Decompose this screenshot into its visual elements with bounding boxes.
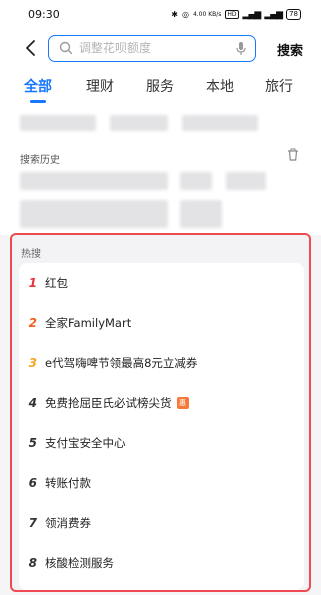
microphone-icon[interactable]	[235, 41, 247, 56]
hot-rank: 7	[28, 516, 37, 530]
hot-search-item[interactable]: 3 e代驾嗨啤节领最高8元立减券	[19, 343, 304, 383]
bluetooth-icon: ✱	[171, 10, 178, 19]
hot-search-panel: 热搜 1 红包 2 全家FamilyMart 3 e代驾嗨啤节领最高8元立减券 …	[10, 233, 311, 592]
hot-search-item[interactable]: 4 免费抢屈臣氏必试榜尖货 惠	[19, 383, 304, 423]
hot-search-list: 1 红包 2 全家FamilyMart 3 e代驾嗨啤节领最高8元立减券 4 免…	[19, 263, 304, 590]
hot-search-item[interactable]: 6 转账付款	[19, 463, 304, 503]
tab-all[interactable]: 全部	[24, 76, 52, 96]
hot-label: e代驾嗨啤节领最高8元立减券	[45, 356, 198, 370]
blurred-history-item[interactable]	[226, 172, 266, 190]
trash-icon[interactable]	[287, 148, 299, 161]
tab-services[interactable]: 服务	[146, 76, 174, 96]
hot-label: 支付宝安全中心	[45, 436, 126, 450]
discount-badge: 惠	[176, 397, 189, 409]
blurred-suggestion[interactable]	[110, 115, 168, 131]
blurred-history-item[interactable]	[180, 172, 212, 190]
active-tab-indicator	[30, 100, 46, 103]
status-time: 09:30	[28, 8, 60, 21]
tab-finance[interactable]: 理财	[86, 76, 114, 96]
hot-search-item[interactable]: 7 领消费券	[19, 503, 304, 543]
hot-rank: 4	[28, 396, 37, 410]
blurred-suggestion[interactable]	[182, 115, 258, 131]
tab-local[interactable]: 本地	[206, 76, 234, 96]
hot-label: 全家FamilyMart	[45, 316, 132, 330]
hot-search-title: 热搜	[21, 249, 41, 260]
blurred-history-item[interactable]	[20, 200, 168, 228]
search-input[interactable]	[79, 39, 229, 57]
hot-rank: 6	[28, 476, 37, 490]
hot-rank: 5	[28, 436, 37, 450]
hot-search-item[interactable]: 5 支付宝安全中心	[19, 423, 304, 463]
status-icons: ✱ ◎ 4.00 KB/s HD ▂▄▆ ▂▄▆ 78	[171, 9, 301, 20]
hot-label: 转账付款	[45, 476, 91, 490]
search-button[interactable]: 搜索	[277, 40, 303, 59]
nfc-icon: ◎	[181, 10, 189, 19]
category-tabs: 全部 理财 服务 本地 旅行	[0, 76, 321, 106]
hot-search-item[interactable]: 8 核酸检测服务	[19, 543, 304, 583]
hot-rank: 3	[28, 356, 37, 370]
search-header: 搜索	[0, 30, 321, 70]
search-history-title: 搜索历史	[20, 155, 60, 166]
hot-label: 领消费券	[45, 516, 91, 530]
hot-rank: 2	[28, 316, 37, 330]
blurred-suggestion[interactable]	[20, 115, 96, 131]
hot-label: 红包	[45, 276, 68, 290]
signal-icon-2: ▂▄▆	[264, 9, 283, 20]
hot-rank: 1	[28, 276, 37, 290]
search-box[interactable]	[48, 35, 256, 62]
hd-icon: HD	[225, 10, 239, 19]
battery-icon: 78	[286, 9, 301, 20]
hot-rank: 8	[28, 556, 37, 570]
hot-search-item[interactable]: 2 全家FamilyMart	[19, 303, 304, 343]
signal-icon: ▂▄▆	[242, 9, 262, 20]
hot-label: 核酸检测服务	[45, 556, 114, 570]
back-icon[interactable]	[22, 39, 40, 57]
status-bar: 09:30 ✱ ◎ 4.00 KB/s HD ▂▄▆ ▂▄▆ 78	[0, 0, 321, 30]
blurred-history-item[interactable]	[180, 200, 222, 228]
hot-label: 免费抢屈臣氏必试榜尖货	[45, 396, 172, 410]
network-speed: 4.00 KB/s	[192, 11, 222, 18]
hot-search-item[interactable]: 1 红包	[19, 263, 304, 303]
search-icon	[59, 41, 73, 55]
blurred-history-item[interactable]	[20, 172, 168, 190]
tab-travel[interactable]: 旅行	[265, 76, 293, 96]
